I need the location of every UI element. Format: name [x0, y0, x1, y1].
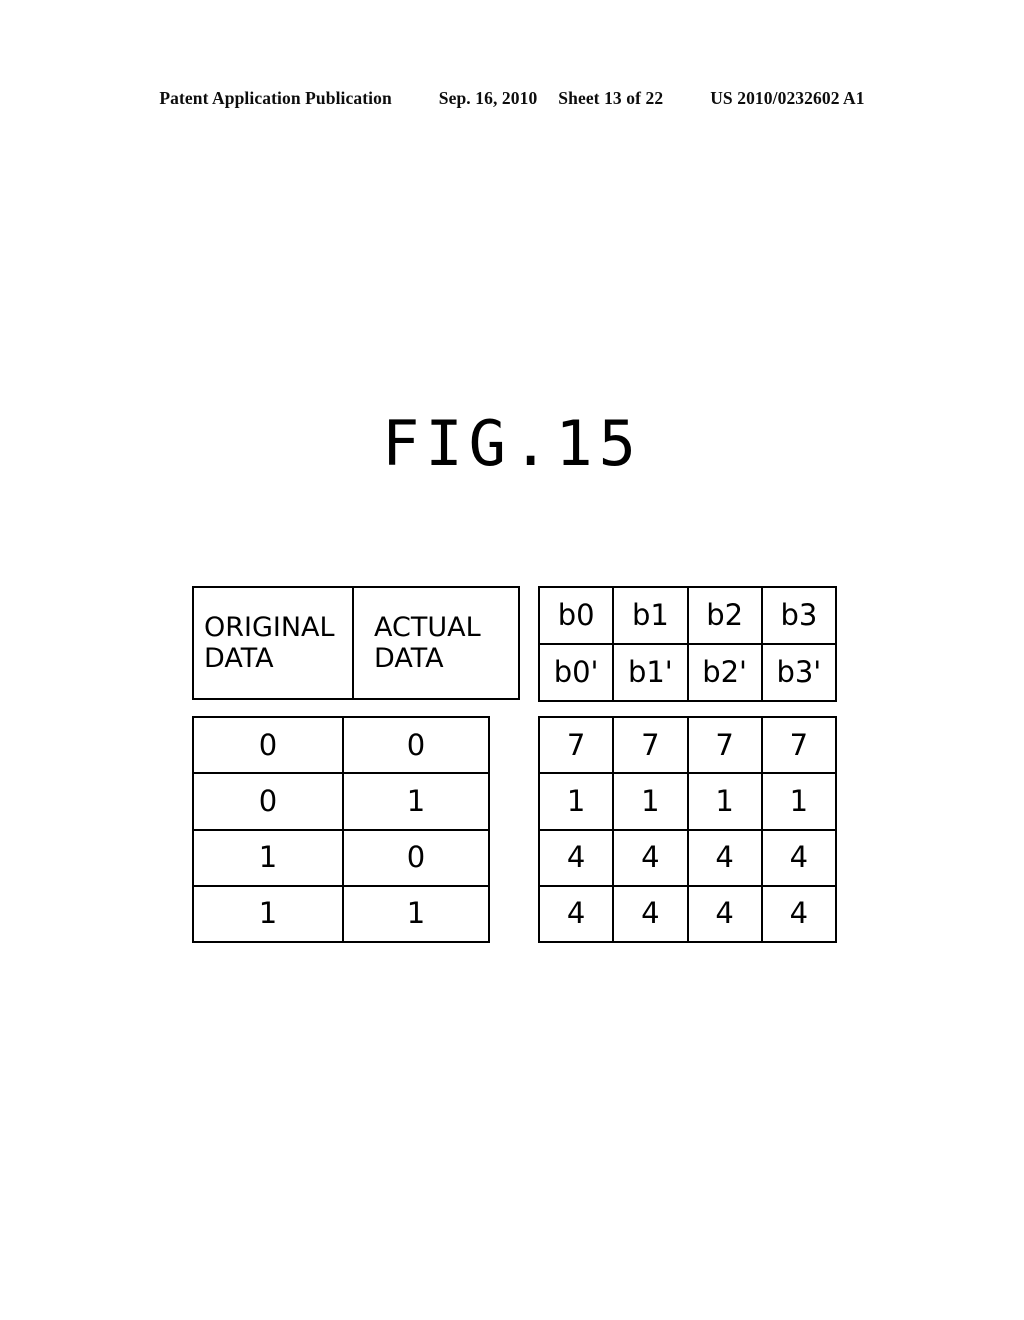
figure-title: FIG.15 [382, 407, 642, 480]
bit-label-header-table: b0 b1 b2 b3 b0' b1' b2' b3' [537, 586, 838, 702]
table-row: 0 1 [192, 772, 490, 831]
header-cell-b2: b2 [686, 586, 763, 645]
cell-b3-r1: 1 [760, 772, 838, 831]
table-row: ORIGINAL DATA ACTUAL DATA [192, 586, 520, 700]
cell-b0-r0: 7 [537, 715, 615, 775]
table-row: 1 0 [192, 828, 490, 887]
cell-original-3: 1 [192, 884, 344, 944]
header-cell-b3-prime: b3' [760, 643, 838, 702]
cell-b1-r3: 4 [612, 884, 689, 944]
header-line-1: ORIGINAL [204, 611, 335, 643]
header-cell-b2-prime: b2' [686, 643, 763, 702]
cell-b0-r3: 4 [537, 884, 615, 944]
table-row: 4 4 4 4 [537, 828, 838, 887]
cell-actual-2: 0 [342, 828, 490, 887]
cell-actual-0: 0 [342, 715, 490, 775]
header-cell-actual-data: ACTUAL DATA [352, 586, 520, 700]
table-row: 0 0 [192, 715, 490, 775]
table-row: 7 7 7 7 [537, 715, 838, 775]
header-line-2: DATA [374, 643, 444, 674]
cell-b0-r1: 1 [537, 772, 615, 831]
header-cell-original-data: ORIGINAL DATA [192, 586, 354, 700]
cell-b2-r2: 4 [686, 828, 763, 887]
header-line-2: DATA [204, 643, 274, 674]
header-cell-b1-prime: b1' [612, 643, 689, 702]
cell-original-2: 1 [192, 828, 344, 887]
header-cell-b0: b0 [537, 586, 615, 645]
cell-original-1: 0 [192, 772, 344, 831]
header-cell-b3: b3 [760, 586, 838, 645]
cell-b3-r2: 4 [760, 828, 838, 887]
cell-b3-r0: 7 [760, 715, 838, 775]
table-row: b0 b1 b2 b3 [537, 586, 838, 645]
header-cell-b0-prime: b0' [537, 643, 615, 702]
bit-value-body-table: 7 7 7 7 1 1 1 1 4 4 4 4 4 4 4 4 [537, 715, 838, 944]
header-line-1: ACTUAL [374, 611, 481, 643]
cell-b3-r3: 4 [760, 884, 838, 944]
cell-b2-r1: 1 [686, 772, 763, 831]
cell-actual-3: 1 [342, 884, 490, 944]
original-actual-header-table: ORIGINAL DATA ACTUAL DATA [192, 586, 520, 700]
cell-b1-r2: 4 [612, 828, 689, 887]
original-actual-body-table: 0 0 0 1 1 0 1 1 [192, 715, 490, 944]
table-row: 4 4 4 4 [537, 884, 838, 944]
cell-b1-r1: 1 [612, 772, 689, 831]
table-row: 1 1 1 1 [537, 772, 838, 831]
header-cell-b1: b1 [612, 586, 689, 645]
table-row: 1 1 [192, 884, 490, 944]
figure-container: FIG.15 ORIGINAL DATA ACTUAL DATA 0 0 0 1… [0, 0, 1024, 1320]
cell-original-0: 0 [192, 715, 344, 775]
table-row: b0' b1' b2' b3' [537, 643, 838, 702]
cell-b1-r0: 7 [612, 715, 689, 775]
cell-b0-r2: 4 [537, 828, 615, 887]
cell-b2-r0: 7 [686, 715, 763, 775]
cell-b2-r3: 4 [686, 884, 763, 944]
cell-actual-1: 1 [342, 772, 490, 831]
